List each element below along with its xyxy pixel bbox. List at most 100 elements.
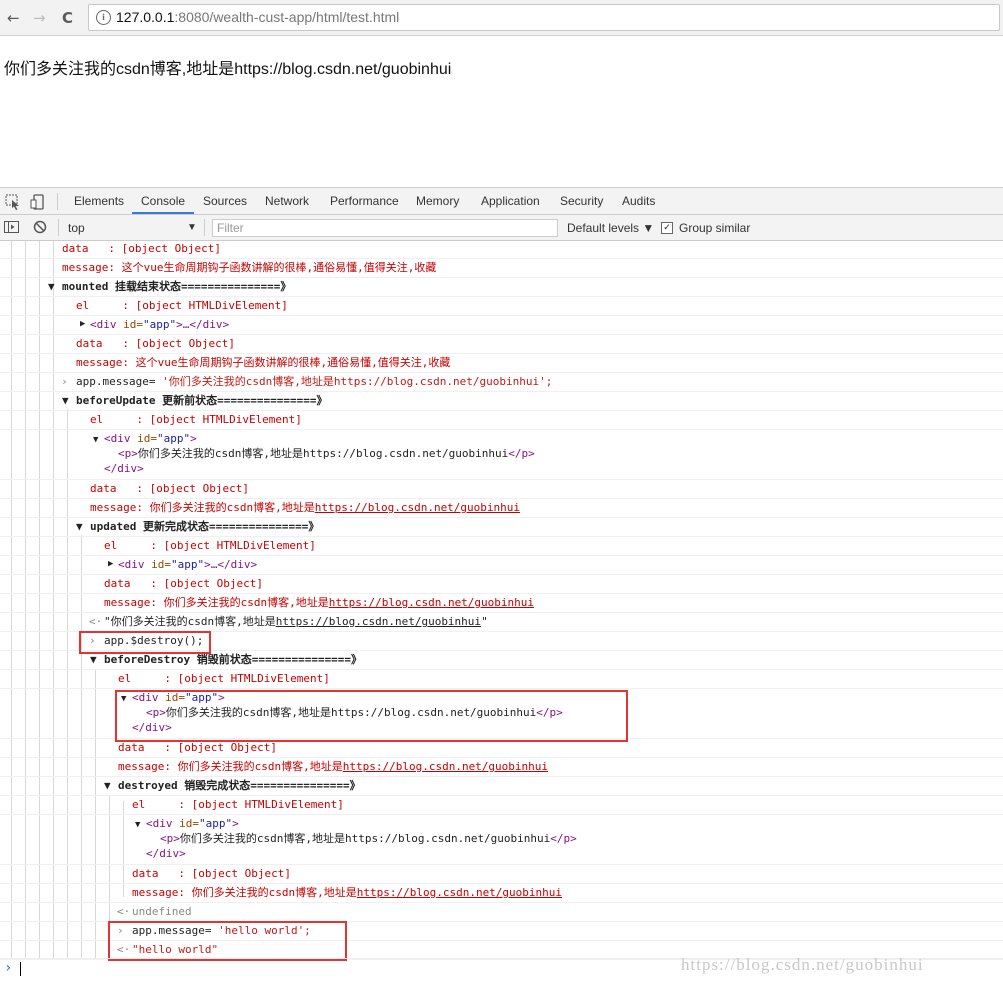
console-row: data : [object Object] [0, 574, 1003, 594]
log-data: data : [object Object] [62, 242, 221, 255]
console-row: data : [object Object] [0, 479, 1003, 499]
log-data: data : [object Object] [76, 337, 235, 350]
attr-value: "app" [171, 558, 205, 571]
watermark: https://blog.csdn.net/guobinhui [681, 955, 924, 974]
tab-memory[interactable]: Memory [416, 188, 459, 214]
tag-close: >…</div> [204, 558, 258, 571]
tab-security[interactable]: Security [560, 188, 603, 214]
console-result-row: <· "你们多关注我的csdn博客,地址是https://blog.csdn.ne… [0, 612, 1003, 632]
tag-close: </p> [550, 832, 577, 845]
console-group-row[interactable]: ▼ beforeUpdate 更新前状态===============》 [0, 391, 1003, 411]
tab-audits[interactable]: Audits [622, 188, 655, 214]
collapsed-triangle-icon[interactable]: ▶ [108, 555, 113, 574]
log-el: el : [object HTMLDivElement] [76, 299, 288, 312]
log-el: el : [object HTMLDivElement] [118, 672, 330, 685]
console-row: message: 你们多关注我的csdn博客,地址是https://blog.c… [0, 593, 1003, 613]
message-link[interactable]: https://blog.csdn.net/guobinhui [357, 886, 562, 899]
console-group-row[interactable]: ▼ mounted 挂载结束状态===============》 [0, 277, 1003, 297]
expand-triangle-icon[interactable]: ▼ [76, 517, 83, 536]
tag-close: </div> [104, 462, 144, 475]
tab-console[interactable]: Console [132, 188, 195, 214]
dom-node[interactable]: <div id="app">…</div> [118, 555, 257, 574]
result-quote: " [481, 615, 488, 628]
log-data: data : [object Object] [132, 867, 291, 880]
filter-input[interactable]: Filter [212, 219, 558, 237]
url-text: 127.0.0.1:8080/wealth-cust-app/html/test… [116, 9, 399, 25]
message-prefix: message: [118, 760, 178, 773]
expand-triangle-icon[interactable]: ▼ [93, 431, 98, 450]
message-link[interactable]: https://blog.csdn.net/guobinhui [315, 501, 520, 514]
group-head: mounted [62, 280, 109, 293]
collapsed-triangle-icon[interactable]: ▶ [80, 315, 85, 334]
reload-button[interactable]: C [62, 9, 73, 27]
console-row: message: 这个vue生命周期钩子函数讲解的很棒,通俗易懂,值得关注,收藏 [0, 353, 1003, 373]
highlight-box [115, 690, 628, 742]
group-head: destroyed [118, 779, 178, 792]
tab-elements[interactable]: Elements [74, 188, 124, 214]
text-cursor [20, 962, 21, 976]
console-row[interactable]: ▶ <div id="app">…</div> [0, 315, 1003, 335]
expand-triangle-icon[interactable]: ▼ [104, 776, 111, 795]
sidebar-toggle-icon[interactable] [4, 220, 19, 238]
log-el: el : [object HTMLDivElement] [132, 798, 344, 811]
console-group-row[interactable]: ▼ destroyed 销毁完成状态===============》 [0, 776, 1003, 796]
command-text: app.message= '你们多关注我的csdn博客,地址是https://b… [76, 372, 552, 391]
console-row[interactable]: ▶ <div id="app">…</div> [0, 555, 1003, 575]
device-toolbar-icon[interactable] [30, 194, 46, 214]
console-row[interactable]: ▼ <div id="app"> <p>你们多关注我的csdn博客,地址是htt… [0, 814, 1003, 865]
group-title: updated 更新完成状态===============》 [90, 517, 319, 536]
console-row: el : [object HTMLDivElement] [0, 795, 1003, 815]
group-subtitle: 销毁前状态===============》 [190, 653, 363, 666]
tag-close: </div> [146, 847, 186, 860]
expand-triangle-icon[interactable]: ▼ [135, 816, 140, 835]
result-arrow-icon: <· [89, 615, 103, 628]
context-dropdown-icon[interactable]: ▼ [187, 222, 197, 233]
context-select[interactable]: top [68, 221, 85, 235]
result-link[interactable]: https://blog.csdn.net/guobinhui [276, 615, 481, 628]
info-icon[interactable]: i [96, 10, 111, 25]
tab-sources[interactable]: Sources [203, 188, 247, 214]
clear-console-icon[interactable] [33, 220, 47, 238]
console-row: message: 你们多关注我的csdn博客,地址是https://blog.c… [0, 757, 1003, 777]
dom-node[interactable]: <div id="app">…</div> [90, 315, 229, 334]
console-output: data : [object Object] message: 这个vue生命周… [0, 241, 1003, 985]
log-el: el : [object HTMLDivElement] [104, 539, 316, 552]
group-similar-label: Group similar [679, 221, 751, 235]
command-prefix: app.message= [76, 375, 163, 388]
console-input-row: › app.message= '你们多关注我的csdn博客,地址是https://… [0, 372, 1003, 392]
group-title: beforeUpdate 更新前状态===============》 [76, 391, 327, 410]
expand-triangle-icon[interactable]: ▼ [48, 277, 55, 296]
forward-button[interactable]: → [33, 9, 46, 27]
prompt-chevron-icon: › [4, 960, 13, 976]
url-path: :8080/wealth-cust-app/html/test.html [174, 9, 400, 25]
tab-application[interactable]: Application [481, 188, 540, 214]
tab-performance[interactable]: Performance [330, 188, 399, 214]
default-levels-dropdown[interactable]: Default levels ▼ [567, 221, 654, 235]
console-result-row: <· undefined [0, 902, 1003, 922]
group-subtitle: 更新完成状态===============》 [136, 520, 320, 533]
inspect-element-icon[interactable] [5, 194, 21, 214]
console-group-row[interactable]: ▼ updated 更新完成状态===============》 [0, 517, 1003, 537]
message-link[interactable]: https://blog.csdn.net/guobinhui [329, 596, 534, 609]
expand-triangle-icon[interactable]: ▼ [62, 391, 69, 410]
tag-close: </p> [508, 447, 535, 460]
group-subtitle: 更新前状态===============》 [155, 394, 328, 407]
result-text: "你们多关注我的csdn博客,地址是https://blog.csdn.net/… [104, 612, 488, 631]
back-button[interactable]: ← [7, 9, 20, 27]
tab-network[interactable]: Network [265, 188, 309, 214]
result-string: "你们多关注我的csdn博客,地址是 [104, 615, 276, 628]
log-message: message: 这个vue生命周期钩子函数讲解的很棒,通俗易懂,值得关注,收藏 [76, 356, 451, 369]
message-text: 你们多关注我的csdn博客,地址是 [149, 501, 315, 514]
console-toolbar: top ▼ Filter Default levels ▼ ✓ Group si… [0, 215, 1003, 241]
group-title: destroyed 销毁完成状态===============》 [118, 776, 361, 795]
page-content-text: 你们多关注我的csdn博客,地址是https://blog.csdn.net/g… [4, 61, 452, 78]
group-subtitle: 挂载结束状态===============》 [108, 280, 292, 293]
address-bar[interactable]: i 127.0.0.1:8080/wealth-cust-app/html/te… [88, 4, 1000, 31]
console-row[interactable]: ▼ <div id="app"> <p>你们多关注我的csdn博客,地址是htt… [0, 429, 1003, 480]
console-row: message: 你们多关注我的csdn博客,地址是https://blog.c… [0, 498, 1003, 518]
group-similar-checkbox[interactable]: ✓ [661, 222, 673, 234]
message-link[interactable]: https://blog.csdn.net/guobinhui [343, 760, 548, 773]
browser-toolbar: ← → C i 127.0.0.1:8080/wealth-cust-app/h… [0, 0, 1003, 36]
message-prefix: message: [90, 501, 150, 514]
highlight-box [108, 921, 347, 961]
